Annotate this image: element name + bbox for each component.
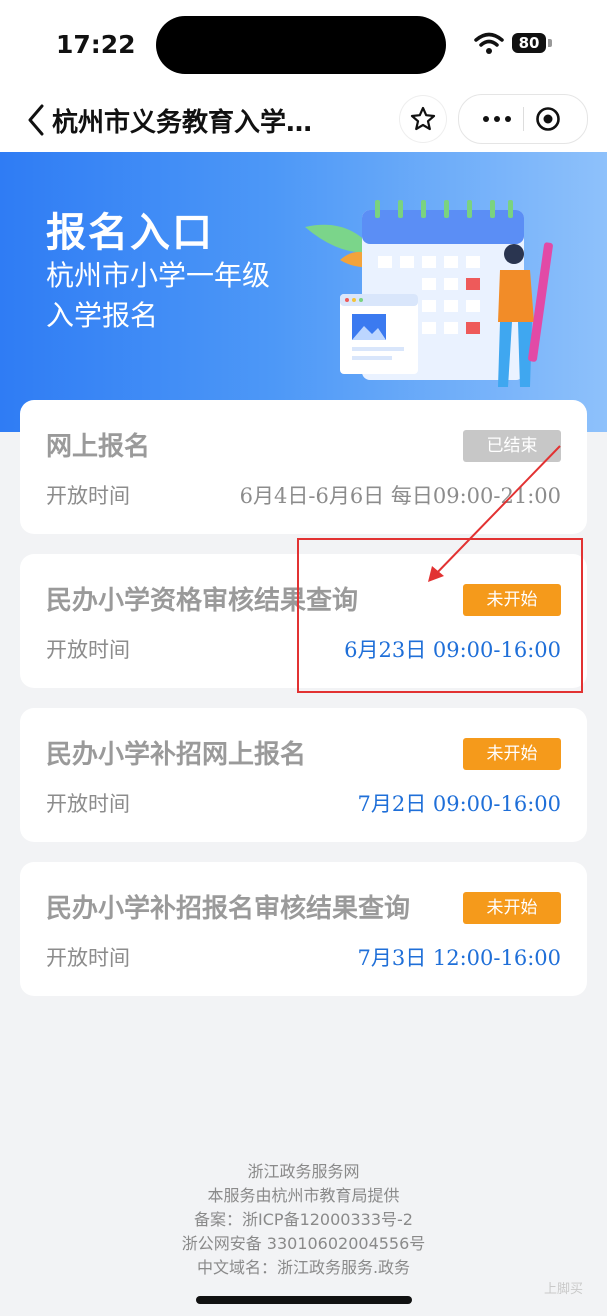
annotation-highlight-box <box>297 538 583 693</box>
card-private-school-supplementary-registration[interactable]: 民办小学补招网上报名 未开始 开放时间 7月2日 09:00-16:00 <box>20 708 587 842</box>
card-title: 民办小学补招报名审核结果查询 <box>46 894 411 924</box>
card-label: 开放时间 <box>46 638 130 662</box>
card-time: 7月2日 09:00-16:00 <box>357 792 561 816</box>
card-supplementary-review-query[interactable]: 民办小学补招报名审核结果查询 未开始 开放时间 7月3日 12:00-16:00 <box>20 862 587 996</box>
card-label: 开放时间 <box>46 484 130 508</box>
footer-line: 中文域名：浙江政务服务.政务 <box>196 1258 411 1277</box>
card-title: 民办小学补招网上报名 <box>46 740 307 770</box>
footer-line: 浙公网安备 33010602004556号 <box>181 1234 426 1253</box>
footer-line: 本服务由杭州市教育局提供 <box>207 1186 400 1205</box>
dynamic-island <box>156 16 446 74</box>
miniprogram-capsule <box>458 94 588 144</box>
banner-subtitle-2: 入学报名 <box>46 299 159 332</box>
card-title: 网上报名 <box>46 432 151 462</box>
hero-banner: 报名入口 杭州市小学一年级 入学报名 <box>0 152 607 432</box>
more-dots-icon[interactable] <box>477 95 517 143</box>
page-title: 杭州市义务教育入学… <box>52 108 313 138</box>
target-icon[interactable] <box>535 106 561 132</box>
banner-subtitle-1: 杭州市小学一年级 <box>46 259 271 292</box>
nav-bar: 杭州市义务教育入学… <box>0 90 607 152</box>
watermark: 上脚买 <box>544 1282 584 1297</box>
banner-title: 报名入口 <box>46 210 214 256</box>
status-badge: 未开始 <box>463 738 561 770</box>
card-label: 开放时间 <box>46 946 130 970</box>
calendar-illustration <box>305 200 553 387</box>
capsule-divider <box>523 107 524 131</box>
wifi-icon <box>474 32 504 54</box>
battery-tip <box>548 39 552 47</box>
status-bar: 17:22 80 <box>0 0 607 90</box>
card-time: 7月3日 12:00-16:00 <box>357 946 561 970</box>
card-label: 开放时间 <box>46 792 130 816</box>
footer: 浙江政务服务网 本服务由杭州市教育局提供 备案：浙ICP备12000333号-2… <box>0 1160 607 1280</box>
battery-icon: 80 <box>512 33 546 53</box>
status-time: 17:22 <box>56 30 136 59</box>
home-indicator[interactable] <box>196 1296 412 1304</box>
back-chevron-icon[interactable] <box>22 100 52 140</box>
status-badge: 未开始 <box>463 892 561 924</box>
footer-line: 备案：浙ICP备12000333号-2 <box>194 1210 413 1229</box>
favorite-button[interactable] <box>400 96 446 142</box>
footer-line: 浙江政务服务网 <box>247 1162 360 1181</box>
star-icon <box>410 106 436 131</box>
